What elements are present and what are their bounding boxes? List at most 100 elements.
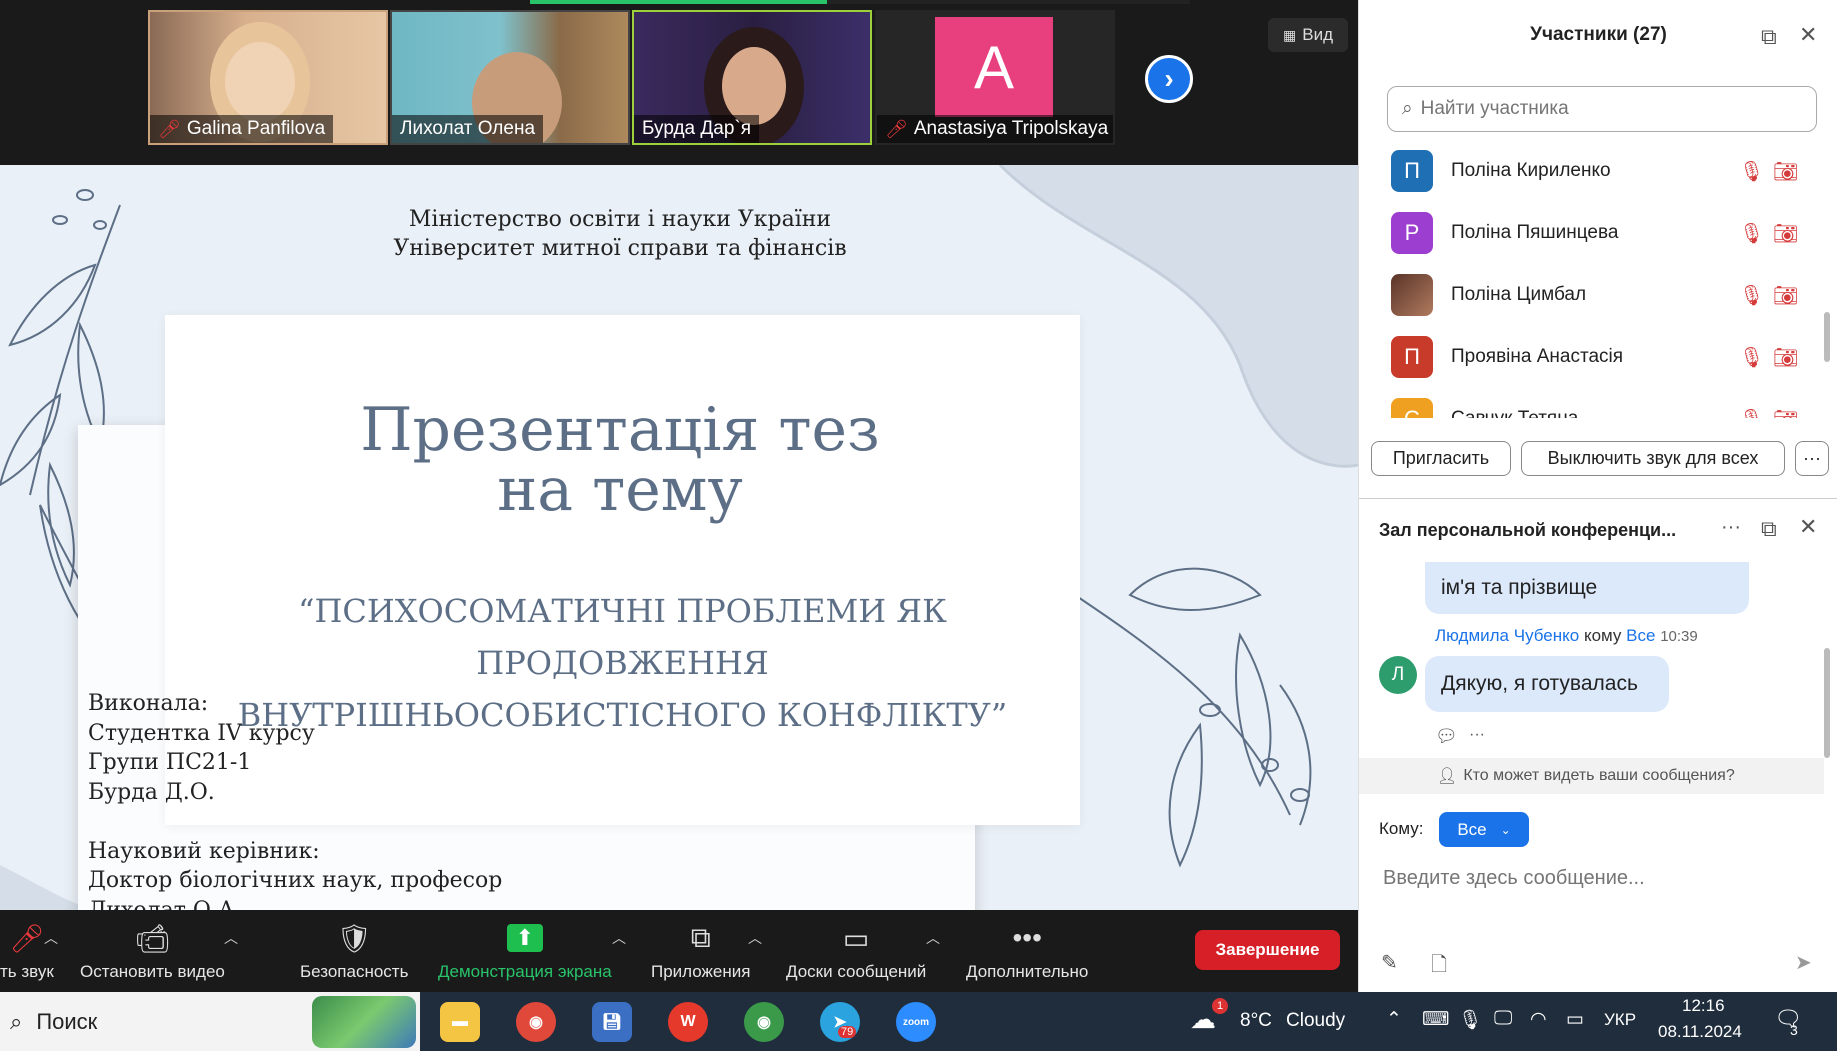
popout-icon[interactable]: ⧉ (1761, 24, 1777, 50)
search-highlight-image (312, 996, 416, 1048)
slide-institution: Міністерство освіти і науки України Унів… (393, 207, 847, 261)
stop-video-button[interactable]: 📹︎ Остановить видео (80, 920, 225, 982)
slide-author-block: Виконала: Студентка IV курсу Групи ПС21-… (88, 691, 503, 910)
participant-row[interactable]: С Савчук Тетяна 🎙︎ 📷︎ (1359, 388, 1824, 418)
device-icon[interactable]: ⌨︎ (1422, 1008, 1449, 1031)
battery-icon[interactable]: ▭ (1566, 1008, 1584, 1031)
video-tile-burda[interactable]: Бурда Дар`я (632, 10, 872, 145)
view-button[interactable]: ▦ Вид (1268, 18, 1348, 52)
video-off-icon: 📷︎ (1773, 407, 1798, 419)
taskbar: ⌕ Поиск ▬ ◉ 💾︎ W ◉ ➤ 79 zoom ☁ 1 8°C Clo… (0, 992, 1837, 1051)
message-author[interactable]: Людмила Чубенко (1435, 626, 1579, 645)
chrome-icon[interactable]: ◉ (516, 1002, 556, 1042)
participants-list: П Поліна Кириленко 🎙︎ 📷︎ Р Поліна Пяшинц… (1359, 140, 1824, 418)
panel-divider (1359, 498, 1837, 499)
avatar: П (1391, 150, 1433, 192)
video-tile-anastasiya[interactable]: A 🎤︎ Anastasiya Tripolskaya (875, 10, 1115, 145)
muted-mic-icon: 🎤︎ (885, 119, 908, 139)
video-tile-galina[interactable]: 🎤︎ Galina Panfilova (148, 10, 388, 145)
end-meeting-button[interactable]: Завершение (1195, 930, 1340, 970)
weather-badge: 1 (1212, 998, 1228, 1014)
weather-temp[interactable]: 8°C (1240, 1010, 1272, 1032)
muted-mic-icon: 🎤︎ (158, 119, 181, 139)
chat-message-previous: ім'я та прізвище (1425, 562, 1749, 614)
message-more-icon[interactable]: ··· (1469, 726, 1485, 744)
telegram-badge: 79 (838, 1026, 857, 1038)
chrome-profile-icon[interactable]: ◉ (744, 1002, 784, 1042)
boards-options-caret[interactable]: ︿ (926, 928, 940, 948)
apps-button[interactable]: ⧉ Приложения (651, 920, 750, 982)
participant-row[interactable]: Р Поліна Пяшинцева 🎙︎ 📷︎ (1359, 202, 1824, 264)
zoom-icon[interactable]: zoom (896, 1002, 936, 1042)
file-explorer-icon[interactable]: ▬ (440, 1002, 480, 1042)
shared-slide: Міністерство освіти і науки України Унів… (0, 165, 1358, 910)
recipient-label: Кому: (1379, 819, 1424, 838)
weather-text[interactable]: Cloudy (1286, 1010, 1345, 1032)
mic-icon[interactable]: 🎙︎ (1458, 1008, 1482, 1032)
language-indicator[interactable]: УКР (1604, 1010, 1636, 1030)
video-off-icon: 📷︎ (1773, 222, 1799, 245)
taskbar-search[interactable]: ⌕ Поиск (0, 992, 420, 1051)
search-icon: ⌕ (1402, 98, 1413, 119)
chat-message-input[interactable] (1383, 858, 1813, 898)
file-icon[interactable]: 🗋 (1431, 950, 1447, 984)
apps-options-caret[interactable]: ︿ (748, 928, 762, 948)
send-icon[interactable]: ➤ (1795, 950, 1812, 975)
muted-mic-icon: 🎙︎ (1739, 160, 1765, 183)
audio-options-caret[interactable]: ︿ (44, 928, 58, 948)
search-icon: ⌕ (10, 1008, 23, 1034)
format-icon[interactable]: ✎ (1381, 950, 1398, 975)
participant-row[interactable]: П Поліна Кириленко 🎙︎ 📷︎ (1359, 140, 1824, 202)
share-options-caret[interactable]: ︿ (612, 928, 626, 948)
more-dots-icon: ••• (1012, 922, 1042, 953)
whiteboards-button[interactable]: ▭ Доски сообщений (786, 920, 926, 982)
meeting-toolbar: 🎤︎ ть звук ︿ 📹︎ Остановить видео ︿ 🛡︎ Бе… (0, 910, 1358, 992)
muted-mic-icon: 🎙︎ (1739, 284, 1765, 307)
avatar: Р (1391, 212, 1433, 254)
close-icon[interactable]: ✕ (1799, 22, 1817, 48)
avatar: Л (1379, 656, 1417, 694)
slide-title: Презентація тез на тему (360, 395, 880, 525)
participants-more-button[interactable]: ··· (1795, 441, 1829, 476)
avatar: С (1391, 398, 1433, 418)
participant-row[interactable]: Поліна Цимбал 🎙︎ 📷︎ (1359, 264, 1824, 326)
chat-more-icon[interactable]: ··· (1721, 516, 1741, 539)
invite-button[interactable]: Пригласить (1371, 441, 1511, 476)
chevron-up-icon[interactable]: ⌃ (1386, 1008, 1402, 1031)
video-gallery: 🎤︎ Galina Panfilova Лихолат Олена Бурда … (0, 0, 1358, 165)
grid-icon: ▦ (1283, 26, 1297, 43)
notifications-count: 3 (1790, 1022, 1798, 1038)
wps-office-icon[interactable]: W (668, 1002, 708, 1042)
apps-icon: ⧉ (690, 921, 711, 953)
close-icon[interactable]: ✕ (1799, 514, 1817, 540)
whiteboard-icon: ▭ (842, 922, 870, 954)
save-app-icon[interactable]: 💾︎ (592, 1002, 632, 1042)
reply-icon[interactable]: 💬︎ (1435, 726, 1458, 747)
video-off-icon: 📷︎ (1773, 284, 1799, 307)
chevron-right-icon: › (1164, 63, 1174, 94)
mute-all-button[interactable]: Выключить звук для всех (1521, 441, 1785, 476)
wifi-icon[interactable]: ◠ (1530, 1008, 1547, 1031)
clock-date[interactable]: 08.11.2024 (1658, 1022, 1742, 1042)
avatar (1391, 274, 1433, 316)
gallery-next-button[interactable]: › (1145, 55, 1193, 103)
security-button[interactable]: 🛡︎ Безопасность (300, 920, 408, 982)
who-can-see-link[interactable]: 👤︎ Кто может видеть ваши сообщения? (1359, 758, 1824, 794)
more-button[interactable]: ••• Дополнительно (966, 920, 1088, 982)
participants-scrollbar[interactable] (1824, 312, 1830, 362)
participant-row[interactable]: П Проявіна Анастасія 🎙︎ 📷︎ (1359, 326, 1824, 388)
participant-search-input[interactable] (1420, 98, 1801, 120)
user-shield-icon: 👤︎ (1437, 768, 1458, 785)
screen-icon[interactable]: 🖵︎ (1494, 1008, 1512, 1030)
message-header: Людмила Чубенко кому Все 10:39 (1435, 626, 1698, 645)
video-options-caret[interactable]: ︿ (224, 928, 238, 948)
chat-scrollbar[interactable] (1824, 648, 1830, 758)
recipient-select[interactable]: Все ⌄ (1439, 812, 1529, 847)
share-screen-button[interactable]: ⬆ Демонстрация экрана (438, 920, 612, 982)
participant-search[interactable]: ⌕ (1387, 86, 1817, 132)
video-tile-likholat[interactable]: Лихолат Олена (390, 10, 630, 145)
share-screen-icon: ⬆ (506, 924, 543, 952)
chat-title: Зал персональной конференци... (1379, 520, 1677, 540)
clock-time[interactable]: 12:16 (1682, 996, 1725, 1016)
popout-icon[interactable]: ⧉ (1761, 516, 1777, 542)
